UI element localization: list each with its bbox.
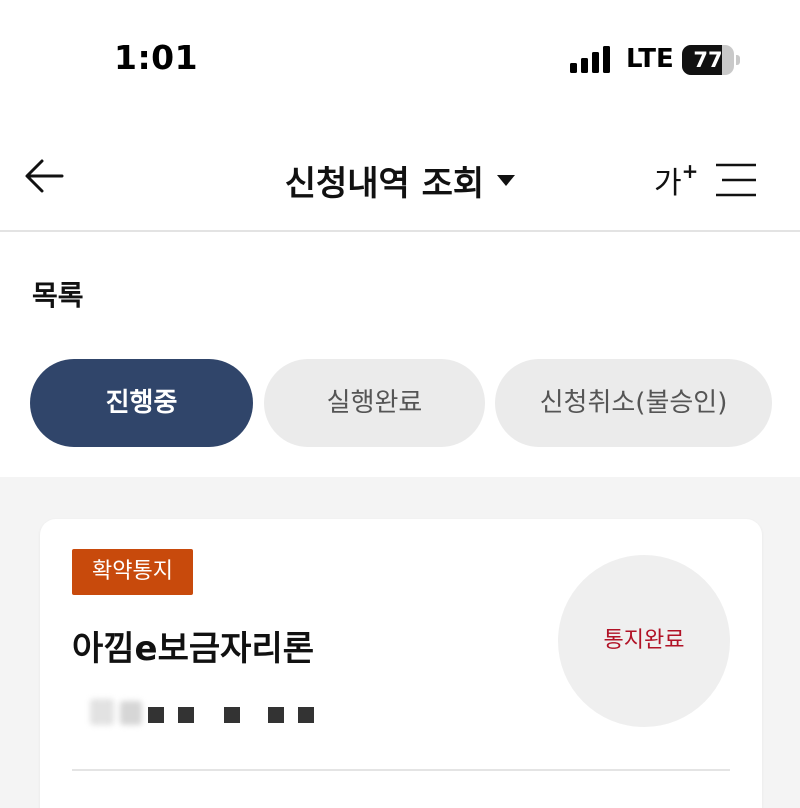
status-badge: 확약통지 xyxy=(72,549,193,595)
app-header: 신청내역 조회 가+ xyxy=(0,120,800,232)
battery-icon: 77 xyxy=(682,45,742,75)
menu-button[interactable] xyxy=(714,160,758,200)
caret-down-icon[interactable] xyxy=(497,174,516,187)
signal-icon xyxy=(570,46,610,73)
font-size-plus: + xyxy=(681,159,699,183)
font-size-label: 가 xyxy=(654,166,682,201)
status-time: 1:01 xyxy=(114,38,199,77)
hamburger-menu-icon xyxy=(716,163,756,197)
card-divider xyxy=(72,769,730,771)
masked-application-detail xyxy=(90,699,320,725)
status-filter-tabs: 진행중 실행완료 신청취소(불승인) xyxy=(30,359,790,447)
tab-in-progress[interactable]: 진행중 xyxy=(30,359,253,447)
font-size-button[interactable]: 가+ xyxy=(654,158,698,202)
tab-executed[interactable]: 실행완료 xyxy=(264,359,485,447)
page-title[interactable]: 신청내역 조회 xyxy=(285,156,485,205)
battery-percent: 77 xyxy=(693,48,723,72)
application-card[interactable]: 확약통지 아낌e보금자리론 통지완료 xyxy=(40,519,762,808)
status-bar: 1:01 LTE 77 xyxy=(0,0,800,120)
network-label: LTE xyxy=(626,44,674,74)
notification-status: 통지완료 xyxy=(558,555,730,727)
app-screen: 1:01 LTE 77 신청내역 조회 가+ 목록 진행중 실행완료 신청취소(… xyxy=(0,0,800,808)
application-list: 확약통지 아낌e보금자리론 통지완료 xyxy=(0,477,800,808)
list-section-title: 목록 xyxy=(32,279,84,312)
tab-cancelled[interactable]: 신청취소(불승인) xyxy=(495,359,772,447)
product-name: 아낌e보금자리론 xyxy=(72,629,315,669)
